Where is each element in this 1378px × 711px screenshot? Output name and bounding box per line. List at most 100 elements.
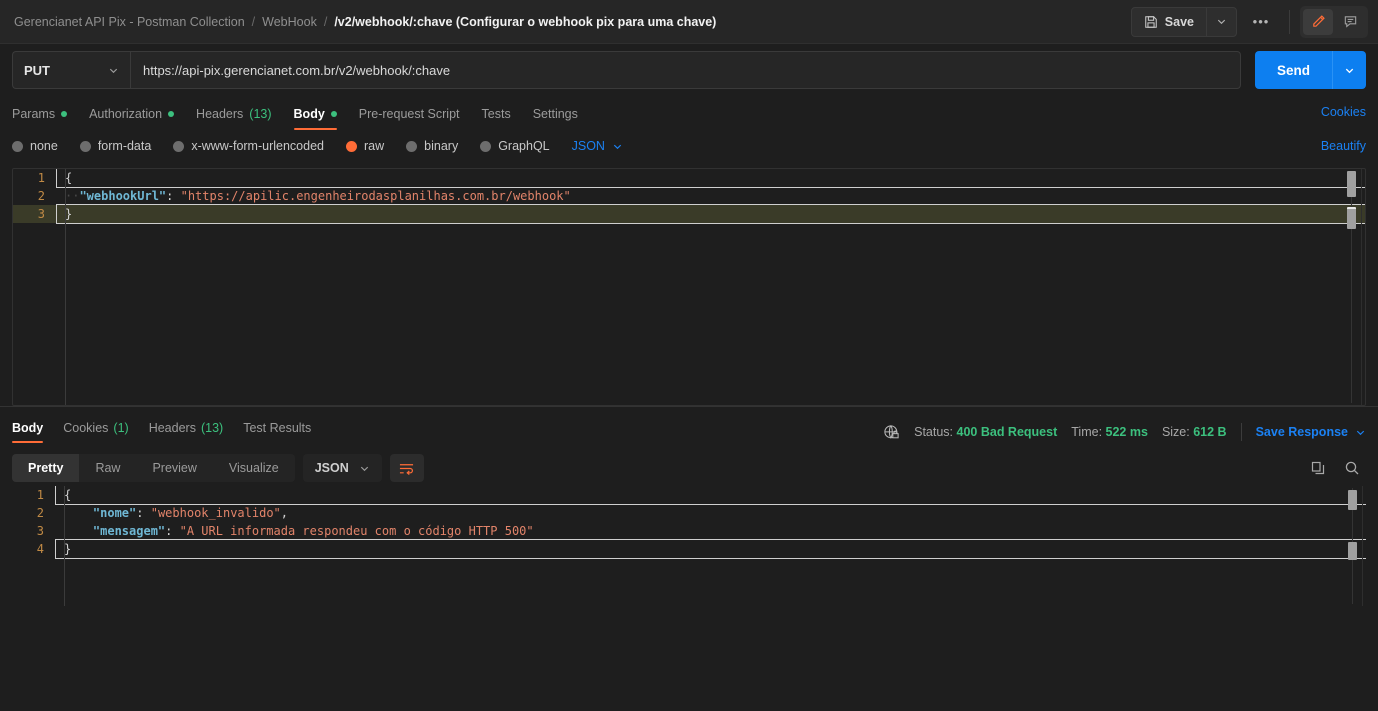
time-value: 522 ms xyxy=(1105,425,1148,439)
http-method-select[interactable]: PUT xyxy=(12,51,130,89)
comment-button[interactable] xyxy=(1335,9,1365,35)
json-value: "A URL informada respondeu com o código … xyxy=(179,524,534,538)
scroll-marker[interactable] xyxy=(1347,207,1356,229)
line-text: "nome": "webhook_invalido", xyxy=(92,506,288,520)
line-text: } xyxy=(55,539,1366,559)
word-wrap-button[interactable] xyxy=(389,454,424,482)
chevron-down-icon xyxy=(1355,427,1366,438)
tab-settings-label: Settings xyxy=(532,107,578,121)
response-status-bar: Status: 400 Bad Request Time: 522 ms Siz… xyxy=(883,423,1366,441)
tab-tests-label: Tests xyxy=(481,107,511,121)
body-type-raw[interactable]: raw xyxy=(346,139,384,153)
body-type-row: none form-data x-www-form-urlencoded raw… xyxy=(0,130,1378,162)
scroll-thumb[interactable] xyxy=(1347,171,1356,197)
body-type-binary[interactable]: binary xyxy=(406,139,458,153)
breadcrumb-request[interactable]: /v2/webhook/:chave (Configurar o webhook… xyxy=(334,15,716,29)
beautify-link[interactable]: Beautify xyxy=(1321,139,1366,153)
request-code[interactable]: 1 { 2 ··"webhookUrl": "https://apilic.en… xyxy=(13,169,1365,224)
request-body-editor[interactable]: 1 { 2 ··"webhookUrl": "https://apilic.en… xyxy=(12,168,1366,406)
line-number: 3 xyxy=(37,207,45,221)
send-button[interactable]: Send xyxy=(1254,51,1332,89)
code-line-active: 3 } xyxy=(13,204,1365,224)
body-type-form-data-label: form-data xyxy=(97,139,152,153)
json-key: "mensagem" xyxy=(92,524,166,538)
response-empty-area xyxy=(0,606,1378,711)
save-button-group: Save xyxy=(1130,6,1237,37)
header-actions: Save ••• xyxy=(1130,5,1368,38)
json-key: "nome" xyxy=(92,506,137,520)
request-editor-scrollbar[interactable] xyxy=(1345,169,1365,405)
time-label: Time: xyxy=(1071,425,1103,439)
response-tab-test-results[interactable]: Test Results xyxy=(243,421,311,443)
response-tab-cookies[interactable]: Cookies (1) xyxy=(63,421,128,443)
tab-settings[interactable]: Settings xyxy=(533,107,578,130)
indent-guide xyxy=(64,486,65,606)
body-type-form-data[interactable]: form-data xyxy=(79,139,152,153)
tab-params[interactable]: Params xyxy=(12,107,68,130)
body-type-urlencoded[interactable]: x-www-form-urlencoded xyxy=(173,139,324,153)
response-code[interactable]: 1 { 2 "nome": "webhook_invalido", 3 "men… xyxy=(12,486,1366,559)
tab-tests[interactable]: Tests xyxy=(482,107,511,130)
line-text: { xyxy=(56,169,1365,188)
tab-headers-count: (13) xyxy=(249,107,272,121)
globe-lock-icon[interactable] xyxy=(883,424,900,441)
body-type-binary-label: binary xyxy=(424,139,459,153)
chevron-down-icon xyxy=(108,65,119,76)
tab-headers[interactable]: Headers (13) xyxy=(196,107,271,130)
save-button[interactable]: Save xyxy=(1132,8,1206,36)
chevron-down-icon xyxy=(359,463,370,474)
response-editor-scrollbar[interactable] xyxy=(1346,486,1366,606)
response-format-value: JSON xyxy=(314,461,349,475)
search-icon[interactable] xyxy=(1344,460,1360,476)
save-dropdown-button[interactable] xyxy=(1206,7,1236,36)
json-comma: , xyxy=(280,506,288,520)
breadcrumb-collection[interactable]: Gerencianet API Pix - Postman Collection xyxy=(14,15,245,29)
status-dot-icon xyxy=(330,111,337,117)
body-type-none[interactable]: none xyxy=(12,139,58,153)
response-body-viewer[interactable]: 1 { 2 "nome": "webhook_invalido", 3 "men… xyxy=(12,486,1366,606)
code-line: 4 } xyxy=(12,539,1366,559)
line-number: 2 xyxy=(36,506,44,520)
postman-window: Gerencianet API Pix - Postman Collection… xyxy=(0,0,1378,711)
save-response-label: Save Response xyxy=(1255,425,1348,439)
response-tab-body[interactable]: Body xyxy=(12,421,44,443)
breadcrumb-folder[interactable]: WebHook xyxy=(262,15,317,29)
send-dropdown-button[interactable] xyxy=(1332,51,1366,89)
scroll-thumb[interactable] xyxy=(1348,490,1357,510)
raw-format-value: JSON xyxy=(571,139,605,153)
request-url-input[interactable]: https://api-pix.gerencianet.com.br/v2/we… xyxy=(130,51,1241,89)
line-text: ··"webhookUrl": "https://apilic.engenhei… xyxy=(65,189,571,203)
save-response-button[interactable]: Save Response xyxy=(1256,425,1366,439)
json-key: "webhookUrl" xyxy=(79,189,167,203)
raw-format-select[interactable]: JSON xyxy=(572,139,623,153)
response-right-icons xyxy=(1310,460,1366,476)
radio-icon xyxy=(480,140,492,152)
response-format-select[interactable]: JSON xyxy=(302,454,382,482)
status-divider xyxy=(1240,423,1242,441)
view-mode-visualize[interactable]: Visualize xyxy=(213,454,295,482)
code-line: 1 { xyxy=(12,486,1366,505)
tab-body[interactable]: Body xyxy=(293,107,338,130)
indent-guide xyxy=(65,169,66,405)
edit-mode-button[interactable] xyxy=(1303,8,1333,35)
status-label: Status: xyxy=(914,425,954,439)
view-mode-pretty[interactable]: Pretty xyxy=(12,454,80,482)
body-type-graphql[interactable]: GraphQL xyxy=(480,139,550,153)
line-number: 1 xyxy=(36,488,44,502)
view-mode-group xyxy=(1300,5,1368,38)
response-tab-headers[interactable]: Headers (13) xyxy=(149,421,223,443)
scroll-marker[interactable] xyxy=(1348,542,1357,560)
body-type-none-label: none xyxy=(30,139,58,153)
tab-authorization[interactable]: Authorization xyxy=(89,107,175,130)
copy-icon[interactable] xyxy=(1310,460,1326,476)
code-line: 2 ··"webhookUrl": "https://apilic.engenh… xyxy=(13,187,1365,205)
status-dot-icon xyxy=(61,111,68,117)
more-actions-button[interactable]: ••• xyxy=(1243,7,1279,37)
view-mode-preview[interactable]: Preview xyxy=(136,454,212,482)
response-tab-headers-count: (13) xyxy=(200,421,224,435)
cookies-link[interactable]: Cookies xyxy=(1321,105,1366,119)
tab-pre-request-script[interactable]: Pre-request Script xyxy=(359,107,460,130)
line-number: 1 xyxy=(37,171,45,185)
view-mode-raw[interactable]: Raw xyxy=(79,454,136,482)
pane-splitter[interactable] xyxy=(0,406,1378,414)
